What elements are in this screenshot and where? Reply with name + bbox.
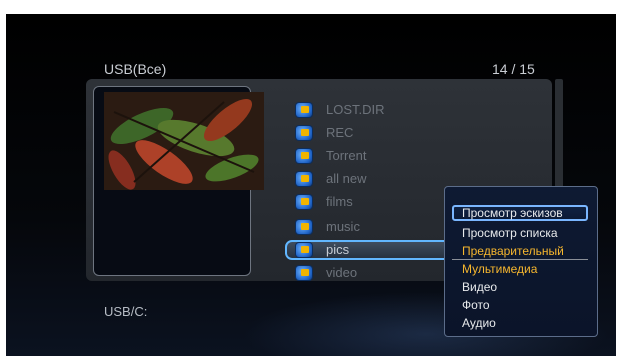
folder-icon: [296, 149, 312, 163]
folder-label: all new: [326, 171, 367, 186]
item-counter: 14 / 15: [492, 61, 535, 77]
folder-icon: [296, 103, 312, 117]
source-title: USB(Все): [104, 61, 167, 77]
folder-label: pics: [326, 242, 350, 257]
preview-thumbnail: [104, 92, 264, 190]
menu-item-preview-view[interactable]: Предварительный: [462, 244, 564, 258]
folder-item-torrent[interactable]: Torrent: [296, 147, 446, 167]
folder-label: Torrent: [326, 148, 367, 163]
folder-icon: [296, 195, 312, 209]
folder-item-rec[interactable]: REC: [296, 124, 446, 144]
folder-item-all-new[interactable]: all new: [296, 170, 446, 190]
folder-item-video[interactable]: video: [296, 264, 446, 284]
menu-item-list-view[interactable]: Просмотр списка: [462, 226, 558, 240]
folder-label: LOST.DIR: [326, 102, 385, 117]
folder-icon: [296, 126, 312, 140]
folder-item-films[interactable]: films: [296, 193, 446, 213]
folder-item-pics[interactable]: pics: [296, 241, 446, 261]
menu-item-thumbnail-view[interactable]: Просмотр эскизов: [462, 206, 563, 220]
folder-icon: [296, 220, 312, 234]
folder-item-lost-dir[interactable]: LOST.DIR: [296, 101, 446, 121]
menu-divider: [452, 259, 588, 260]
folder-label: films: [326, 194, 353, 209]
menu-item-photo[interactable]: Фото: [462, 298, 490, 312]
folder-label: REC: [326, 125, 354, 140]
menu-item-video[interactable]: Видео: [462, 280, 497, 294]
current-path: USB/C:: [104, 304, 148, 319]
folder-label: music: [326, 219, 360, 234]
folder-icon: [296, 172, 312, 186]
folder-icon: [296, 243, 312, 257]
folder-label: video: [326, 265, 358, 280]
menu-item-audio[interactable]: Аудио: [462, 316, 496, 330]
folder-item-music[interactable]: music: [296, 218, 446, 238]
menu-item-multimedia[interactable]: Мультимедиа: [462, 262, 537, 276]
folder-icon: [296, 266, 312, 280]
